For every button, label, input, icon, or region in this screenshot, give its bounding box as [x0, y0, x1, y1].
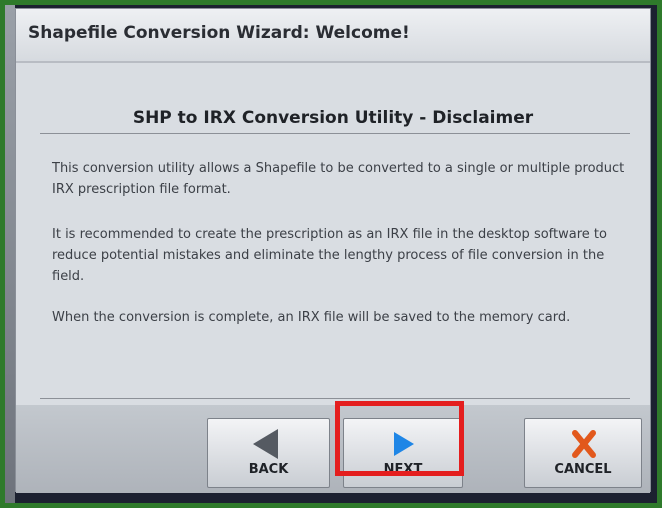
- next-button-highlight: [335, 401, 464, 476]
- divider-top: [40, 133, 630, 134]
- bezel-edge: [5, 5, 15, 503]
- back-button-label: BACK: [248, 462, 289, 477]
- title-bar: Shapefile Conversion Wizard: Welcome!: [16, 9, 650, 63]
- divider-bottom: [40, 398, 630, 399]
- button-bar: BACK NEXT CANCEL: [16, 405, 650, 493]
- disclaimer-heading: SHP to IRX Conversion Utility - Disclaim…: [132, 108, 534, 128]
- back-button[interactable]: BACK: [207, 418, 330, 488]
- window-title: Shapefile Conversion Wizard: Welcome!: [28, 23, 410, 43]
- cancel-button-label: CANCEL: [554, 462, 612, 477]
- paragraph-completion: When the conversion is complete, an IRX …: [52, 310, 571, 325]
- x-icon: [572, 430, 596, 458]
- paragraph-intro: This conversion utility allows a Shapefi…: [52, 161, 625, 197]
- left-arrow-icon: [253, 429, 278, 459]
- wizard-dialog: Shapefile Conversion Wizard: Welcome! SH…: [15, 8, 651, 493]
- paragraph-recommendation: It is recommended to create the prescrip…: [52, 227, 607, 284]
- cancel-button[interactable]: CANCEL: [524, 418, 642, 488]
